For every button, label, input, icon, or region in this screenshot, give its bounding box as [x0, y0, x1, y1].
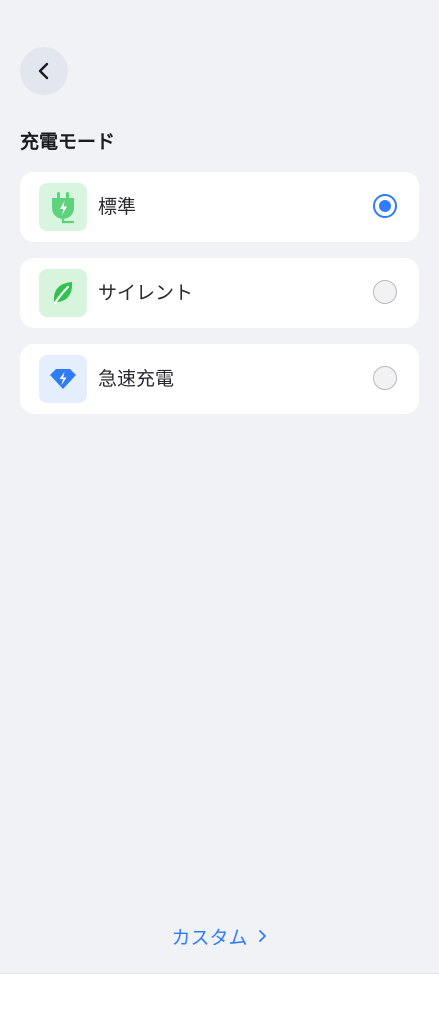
- radio-silent[interactable]: [373, 280, 397, 304]
- section-title: 充電モード: [20, 131, 116, 153]
- mode-label-standard: 標準: [98, 196, 137, 218]
- mode-option-fast-charge[interactable]: 急速充電: [20, 344, 419, 414]
- bottom-bar: [0, 973, 439, 1024]
- custom-link[interactable]: カスタム: [0, 925, 439, 952]
- charging-mode-screen: 充電モード 標準 サイレント 急速充電 カスタム: [0, 0, 439, 973]
- chevron-left-icon: [38, 62, 49, 80]
- mode-option-silent[interactable]: サイレント: [20, 258, 419, 328]
- chevron-right-icon: [258, 924, 268, 950]
- leaf-icon: [39, 269, 87, 317]
- mode-label-silent: サイレント: [98, 282, 194, 304]
- mode-list: 標準 サイレント 急速充電: [20, 172, 419, 430]
- bolt-gem-icon: [39, 355, 87, 403]
- custom-link-label: カスタム: [171, 927, 248, 949]
- back-button[interactable]: [20, 47, 68, 95]
- radio-standard-selected[interactable]: [373, 194, 397, 218]
- radio-fast-charge[interactable]: [373, 366, 397, 390]
- mode-option-standard[interactable]: 標準: [20, 172, 419, 242]
- plug-icon: [39, 183, 87, 231]
- mode-label-fast-charge: 急速充電: [98, 368, 175, 390]
